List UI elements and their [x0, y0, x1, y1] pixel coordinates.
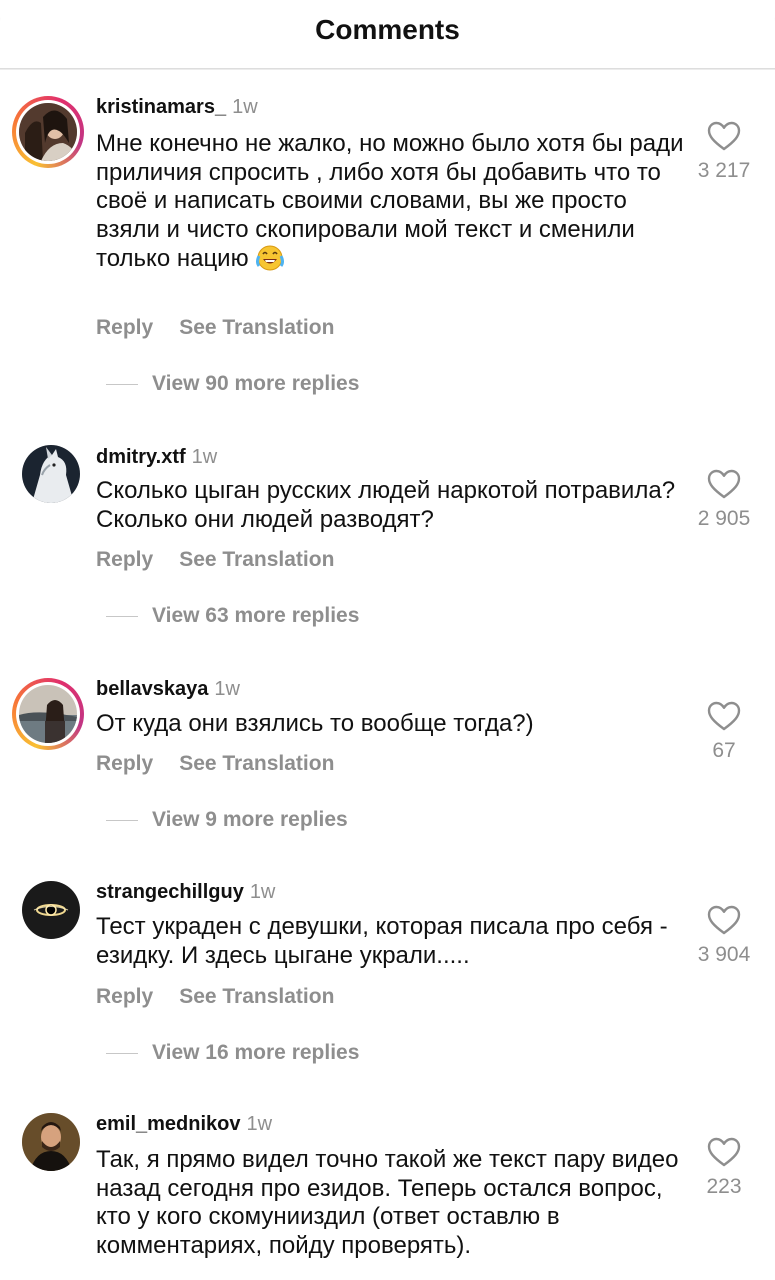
comment-text: Тест украден с девушки, которая писала п… — [96, 913, 668, 969]
reply-button[interactable]: Reply — [96, 548, 153, 571]
see-translation-button[interactable]: See Translation — [179, 316, 334, 339]
username[interactable]: strangechillguy — [96, 881, 244, 903]
comment-actions: Reply See Translation — [96, 548, 334, 572]
avatar-image — [19, 103, 77, 161]
see-translation-button[interactable]: See Translation — [179, 985, 334, 1008]
avatar[interactable] — [12, 96, 84, 168]
comment-actions: Reply See Translation — [96, 985, 334, 1009]
view-replies-label: View 9 more replies — [152, 808, 348, 831]
divider-line — [106, 819, 138, 821]
like-control[interactable]: 3 904 — [674, 905, 774, 967]
comment-body: Мне конечно не жалко, но можно было хотя… — [96, 130, 684, 273]
avatar-image — [22, 881, 80, 939]
see-translation-button[interactable]: See Translation — [179, 548, 334, 571]
like-control[interactable]: 223 — [674, 1137, 774, 1199]
like-control[interactable]: 67 — [674, 701, 774, 763]
username[interactable]: emil_mednikov — [96, 1113, 241, 1135]
comment-text: Так, я прямо видел точно такой же текст … — [96, 1146, 679, 1259]
reply-button[interactable]: Reply — [96, 752, 153, 775]
divider-line — [106, 383, 138, 385]
comment-meta: bellavskaya 1w — [96, 678, 240, 701]
reply-button[interactable]: Reply — [96, 316, 153, 339]
like-count: 3 217 — [697, 159, 751, 182]
avatar-image — [19, 685, 77, 743]
like-control[interactable]: 3 217 — [674, 121, 774, 183]
comments-header: Comments — [0, 0, 775, 70]
see-translation-button[interactable]: See Translation — [179, 752, 334, 775]
comment-meta: emil_mednikov 1w — [96, 1113, 272, 1136]
comment-text: Мне конечно не жалко, но можно было хотя… — [96, 130, 686, 274]
timestamp: 1w — [249, 881, 276, 903]
view-replies-button[interactable]: View 16 more replies — [106, 1041, 359, 1065]
heart-outline-icon[interactable] — [707, 121, 741, 151]
heart-outline-icon[interactable] — [707, 1137, 741, 1167]
comment-meta: dmitry.xtf 1w — [96, 446, 217, 469]
reply-button[interactable]: Reply — [96, 985, 153, 1008]
heart-outline-icon[interactable] — [707, 701, 741, 731]
like-control[interactable]: 2 905 — [674, 469, 774, 531]
timestamp: 1w — [246, 1113, 273, 1135]
laughing-emoji-icon — [256, 245, 285, 271]
timestamp: 1w — [232, 96, 258, 118]
avatar-image — [22, 445, 80, 503]
comment-meta: kristinamars_ 1w — [96, 96, 258, 119]
like-count: 223 — [706, 1175, 742, 1198]
comment-actions: Reply See Translation — [96, 316, 334, 340]
comment-text: От куда они взялись то вообще тогда?) — [96, 710, 534, 737]
view-replies-label: View 90 more replies — [152, 372, 360, 395]
like-count: 3 904 — [697, 943, 751, 966]
view-replies-button[interactable]: View 90 more replies — [106, 372, 359, 396]
comment-text: Сколько цыган русских людей наркотой пот… — [96, 477, 676, 533]
heart-outline-icon[interactable] — [707, 905, 741, 935]
comment-meta: strangechillguy 1w — [96, 881, 275, 904]
avatar[interactable] — [12, 678, 84, 750]
timestamp: 1w — [191, 446, 218, 468]
view-replies-label: View 63 more replies — [152, 604, 360, 627]
view-replies-button[interactable]: View 63 more replies — [106, 604, 359, 628]
like-count: 67 — [712, 739, 736, 762]
avatar[interactable] — [22, 445, 80, 503]
comment-actions: Reply See Translation — [96, 752, 334, 776]
username[interactable]: bellavskaya — [96, 678, 208, 700]
page-title: Comments — [315, 14, 460, 45]
view-replies-button[interactable]: View 9 more replies — [106, 808, 348, 832]
heart-outline-icon[interactable] — [707, 469, 741, 499]
timestamp: 1w — [214, 678, 240, 700]
avatar[interactable] — [22, 881, 80, 939]
username[interactable]: dmitry.xtf — [96, 446, 186, 468]
divider-line — [106, 1052, 138, 1054]
username[interactable]: kristinamars_ — [96, 96, 226, 118]
view-replies-label: View 16 more replies — [152, 1041, 360, 1064]
like-count: 2 905 — [697, 507, 751, 530]
avatar[interactable] — [22, 1113, 80, 1171]
divider-line — [106, 615, 138, 617]
avatar-image — [22, 1113, 80, 1171]
